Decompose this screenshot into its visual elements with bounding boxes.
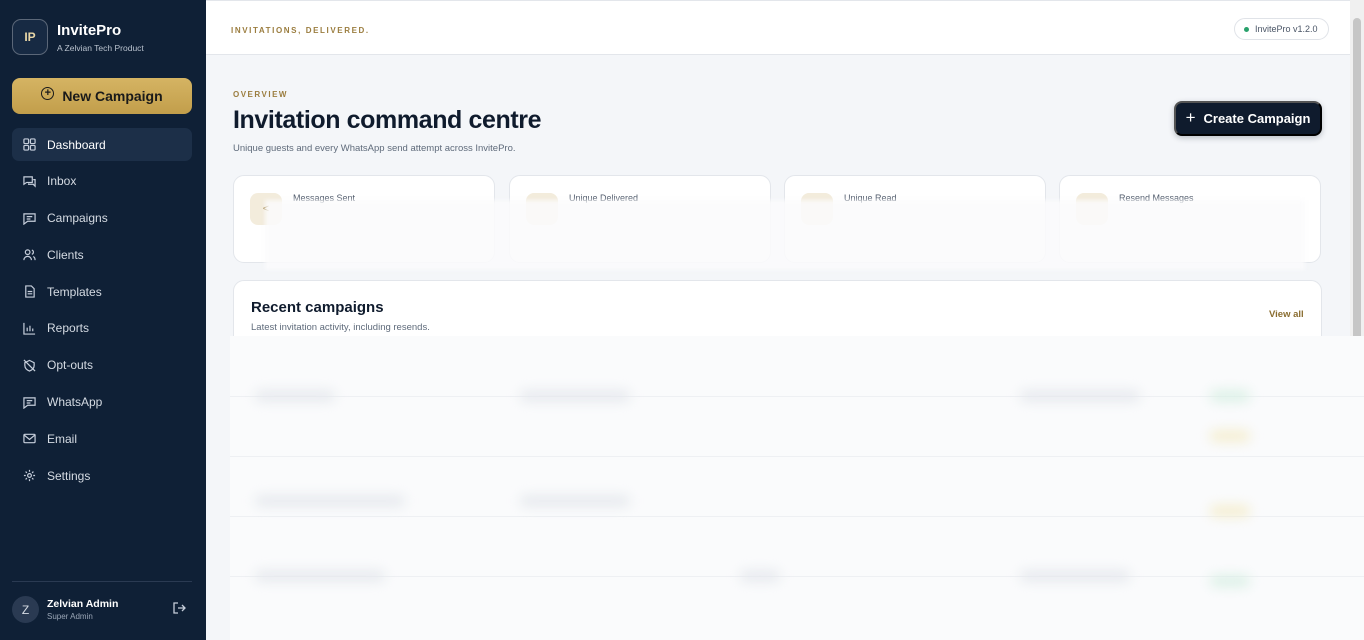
- new-campaign-button[interactable]: + New Campaign: [12, 78, 192, 114]
- plus-circle-icon: +: [41, 86, 55, 100]
- sidebar-item-label: Settings: [47, 468, 91, 483]
- sidebar-item-clients[interactable]: Clients: [12, 238, 192, 271]
- redacted-cell: [255, 391, 335, 401]
- user-name: Zelvian Admin: [47, 598, 119, 610]
- plus-icon: +: [1185, 107, 1196, 127]
- sidebar-item-label: WhatsApp: [47, 395, 103, 410]
- settings-icon: [23, 470, 36, 482]
- sidebar-item-opt-outs[interactable]: Opt-outs: [12, 349, 192, 382]
- recent-campaigns-subtitle: Latest invitation activity, including re…: [251, 322, 430, 333]
- email-icon: [23, 434, 36, 444]
- table-row-divider: [230, 456, 1364, 457]
- sidebar-item-dashboard[interactable]: Dashboard: [12, 128, 192, 161]
- sidebar: IP InvitePro A Zelvian Tech Product + Ne…: [0, 0, 206, 640]
- redacted-cell: [1020, 391, 1140, 401]
- brand-tagline: A Zelvian Tech Product: [57, 42, 144, 53]
- brand-logo: IP: [12, 19, 48, 55]
- sidebar-item-label: Dashboard: [47, 137, 106, 152]
- sidebar-nav: Dashboard Inbox Campaigns Clients Templa…: [12, 128, 192, 496]
- topbar-tagline: INVITATIONS, DELIVERED.: [231, 26, 370, 35]
- create-campaign-button[interactable]: + Create Campaign: [1174, 101, 1322, 136]
- redacted-cell: [520, 391, 630, 401]
- opt-outs-icon: [23, 359, 36, 372]
- page-subtitle: Unique guests and every WhatsApp send at…: [233, 143, 516, 154]
- brand[interactable]: IP InvitePro A Zelvian Tech Product: [12, 19, 144, 55]
- sidebar-item-label: Email: [47, 431, 78, 446]
- redacted-cell: [1020, 571, 1130, 581]
- new-campaign-label: New Campaign: [62, 88, 163, 104]
- brand-name: InvitePro: [57, 21, 122, 39]
- sidebar-item-label: Inbox: [47, 174, 77, 189]
- sidebar-item-label: Reports: [47, 321, 90, 336]
- reports-icon: [23, 322, 36, 335]
- sidebar-item-inbox[interactable]: Inbox: [12, 165, 192, 198]
- table-row-divider: [230, 576, 1364, 577]
- redacted-cell: [740, 571, 780, 581]
- dashboard-icon: [23, 138, 36, 151]
- sidebar-item-campaigns[interactable]: Campaigns: [12, 202, 192, 235]
- templates-icon: [25, 285, 35, 298]
- sidebar-divider: [12, 581, 192, 582]
- view-all-link[interactable]: View all: [1269, 309, 1304, 320]
- user-profile[interactable]: Z Zelvian Admin Super Admin: [12, 596, 118, 623]
- sidebar-item-label: Templates: [47, 284, 102, 299]
- sidebar-item-settings[interactable]: Settings: [12, 459, 192, 492]
- sidebar-item-label: Opt-outs: [47, 358, 94, 373]
- inbox-icon: [23, 176, 36, 188]
- sidebar-item-label: Campaigns: [47, 211, 108, 226]
- topbar: INVITATIONS, DELIVERED. InvitePro v1.2.0: [206, 0, 1350, 55]
- logout-icon[interactable]: [172, 601, 186, 615]
- recent-campaigns-title: Recent campaigns: [251, 299, 384, 316]
- redacted-cell: [1210, 391, 1250, 401]
- redacted-stats-overlay: [265, 200, 1305, 270]
- page-title: Invitation command centre: [233, 106, 542, 134]
- user-role: Super Admin: [47, 612, 93, 621]
- campaigns-icon: [23, 212, 36, 225]
- redacted-cell: [255, 571, 385, 581]
- table-row-divider: [230, 396, 1364, 397]
- status-dot-icon: [1244, 27, 1249, 32]
- version-badge: InvitePro v1.2.0: [1234, 18, 1329, 40]
- sidebar-item-reports[interactable]: Reports: [12, 312, 192, 345]
- redacted-campaigns-table: [230, 336, 1364, 640]
- sidebar-item-label: Clients: [47, 247, 84, 262]
- version-label: InvitePro v1.2.0: [1255, 24, 1318, 34]
- avatar: Z: [12, 596, 39, 623]
- whatsapp-icon: [23, 396, 36, 409]
- create-campaign-label: Create Campaign: [1203, 111, 1311, 126]
- sidebar-item-email[interactable]: Email: [12, 422, 192, 455]
- table-row-divider: [230, 516, 1364, 517]
- redacted-cell: [1210, 506, 1250, 516]
- section-eyebrow: OVERVIEW: [233, 90, 288, 99]
- clients-icon: [23, 249, 36, 261]
- redacted-cell: [1210, 576, 1250, 586]
- redacted-cell: [255, 496, 405, 506]
- redacted-cell: [520, 496, 630, 506]
- sidebar-item-whatsapp[interactable]: WhatsApp: [12, 386, 192, 419]
- redacted-cell: [1210, 431, 1250, 441]
- sidebar-item-templates[interactable]: Templates: [12, 275, 192, 308]
